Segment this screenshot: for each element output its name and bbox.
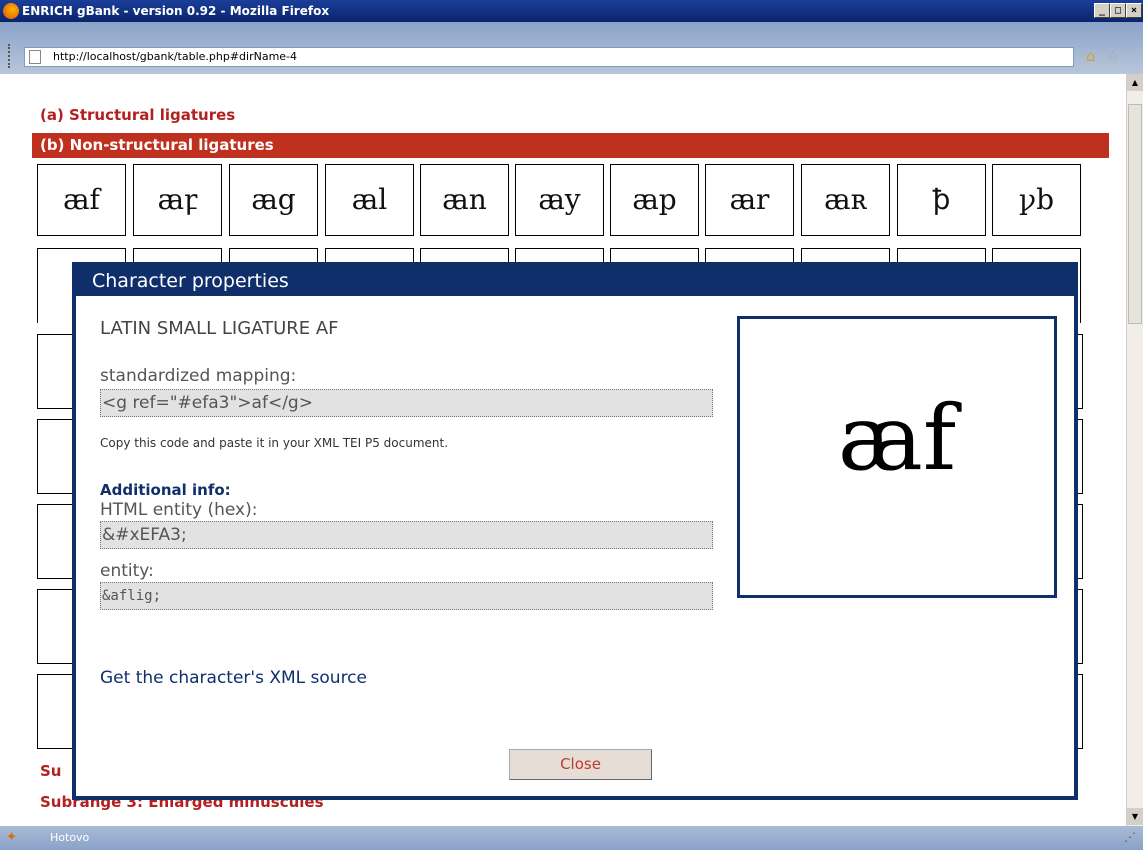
bookmark-star-icon[interactable]: ☆ <box>1106 47 1119 65</box>
character-preview: ꜳf <box>737 316 1057 598</box>
standardized-mapping-label: standardized mapping: <box>100 366 297 386</box>
glyph-cell[interactable]: ꜳy <box>515 164 604 236</box>
glyph-cell[interactable]: ꜳg <box>229 164 318 236</box>
subrange-link[interactable]: Su <box>40 762 61 780</box>
minimize-button[interactable]: _ <box>1094 3 1110 18</box>
firefox-logo-icon <box>3 3 19 19</box>
window-title-bar: ENRICH gBank - version 0.92 - Mozilla Fi… <box>0 0 1143 22</box>
xml-source-link[interactable]: Get the character's XML source <box>100 668 367 688</box>
vertical-scrollbar[interactable]: ▲ ▼ <box>1126 74 1143 826</box>
standardized-mapping-field[interactable]: <g ref="#efa3">af</g> <box>100 389 713 417</box>
glyph-cell[interactable]: ꝩb <box>992 164 1081 236</box>
page-icon <box>29 50 41 64</box>
navigation-toolbar: http://localhost/gbank/table.php#dirName… <box>0 22 1143 75</box>
character-name: LATIN SMALL LIGATURE AF <box>100 318 339 339</box>
scroll-down-icon[interactable]: ▼ <box>1127 808 1143 825</box>
scroll-thumb[interactable] <box>1128 104 1142 324</box>
glyph-cell[interactable]: ꜳr <box>705 164 794 236</box>
toolbar-grip <box>8 44 14 68</box>
status-icon: ✦ <box>6 830 17 845</box>
status-text: Hotovo <box>50 831 90 844</box>
close-window-button[interactable]: × <box>1126 3 1142 18</box>
glyph-cell[interactable] <box>37 334 73 409</box>
html-entity-field[interactable]: &#xEFA3; <box>100 521 713 549</box>
close-button[interactable]: Close <box>509 749 652 780</box>
glyph-cell[interactable]: ꜳn <box>420 164 509 236</box>
entity-field[interactable]: &aflig; <box>100 582 713 610</box>
glyph-cell[interactable] <box>37 504 73 579</box>
glyph-row: ꜳf ꜳꝼ ꜳg ꜳl ꜳn ꜳy ꜳp ꜳr ꜳʀ ꝥ ꝩb <box>37 164 1117 239</box>
url-text[interactable]: http://localhost/gbank/table.php#dirName… <box>53 48 297 66</box>
maximize-button[interactable]: □ <box>1110 3 1126 18</box>
section-non-structural-ligatures[interactable]: (b) Non-structural ligatures <box>32 133 1109 158</box>
dialog-title: Character properties <box>76 266 1074 296</box>
glyph-cell[interactable] <box>37 589 73 664</box>
glyph-cell[interactable] <box>37 674 73 749</box>
glyph-cell[interactable]: ꝥ <box>897 164 986 236</box>
status-bar: ✦ Hotovo ⋰ <box>0 826 1143 850</box>
glyph-cell[interactable]: ꜳꝼ <box>133 164 222 236</box>
section-structural-ligatures[interactable]: (a) Structural ligatures <box>40 106 235 124</box>
html-entity-label: HTML entity (hex): <box>100 500 258 520</box>
scroll-up-icon[interactable]: ▲ <box>1127 74 1143 91</box>
entity-label: entity: <box>100 561 154 581</box>
glyph-cell[interactable]: ꜳp <box>610 164 699 236</box>
copy-instructions: Copy this code and paste it in your XML … <box>100 436 449 450</box>
additional-info-heading: Additional info: <box>100 481 231 499</box>
address-bar[interactable]: http://localhost/gbank/table.php#dirName… <box>24 47 1074 67</box>
glyph-cell[interactable]: ꜳf <box>37 164 126 236</box>
glyph-cell[interactable]: ꜳʀ <box>801 164 890 236</box>
glyph-cell[interactable] <box>37 419 73 494</box>
glyph-cell[interactable]: ꜳl <box>325 164 414 236</box>
home-icon[interactable]: ⌂ <box>1086 47 1096 65</box>
resize-grip-icon[interactable]: ⋰ <box>1124 830 1136 844</box>
character-properties-dialog: Character properties LATIN SMALL LIGATUR… <box>72 262 1078 800</box>
window-title: ENRICH gBank - version 0.92 - Mozilla Fi… <box>22 4 330 18</box>
